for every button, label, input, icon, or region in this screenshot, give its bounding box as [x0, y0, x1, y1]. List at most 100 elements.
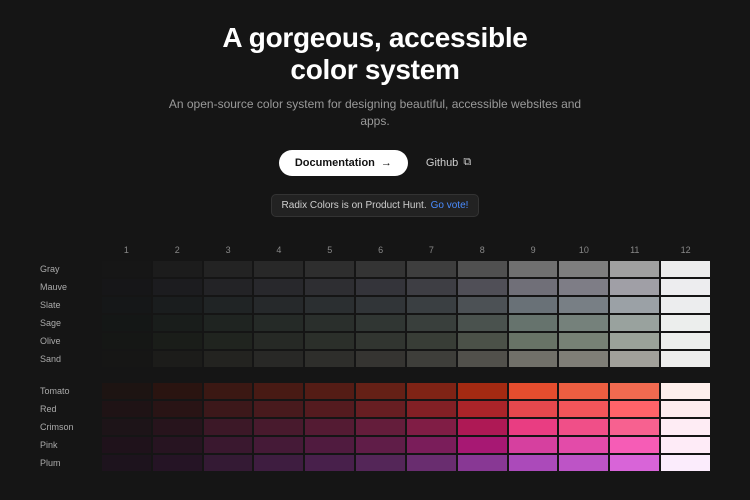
color-swatch[interactable] — [458, 437, 507, 453]
color-swatch[interactable] — [102, 351, 151, 367]
color-swatch[interactable] — [153, 437, 202, 453]
color-swatch[interactable] — [153, 419, 202, 435]
color-swatch[interactable] — [254, 455, 303, 471]
color-swatch[interactable] — [458, 261, 507, 277]
color-swatch[interactable] — [610, 297, 659, 313]
color-swatch[interactable] — [305, 401, 354, 417]
color-swatch[interactable] — [610, 419, 659, 435]
color-swatch[interactable] — [661, 261, 710, 277]
color-swatch[interactable] — [610, 455, 659, 471]
color-swatch[interactable] — [305, 351, 354, 367]
color-swatch[interactable] — [610, 351, 659, 367]
color-swatch[interactable] — [407, 419, 456, 435]
color-swatch[interactable] — [204, 419, 253, 435]
color-swatch[interactable] — [204, 437, 253, 453]
color-swatch[interactable] — [153, 383, 202, 399]
color-swatch[interactable] — [305, 261, 354, 277]
color-swatch[interactable] — [102, 401, 151, 417]
color-swatch[interactable] — [559, 315, 608, 331]
color-swatch[interactable] — [204, 401, 253, 417]
color-swatch[interactable] — [610, 437, 659, 453]
color-swatch[interactable] — [559, 383, 608, 399]
color-swatch[interactable] — [204, 333, 253, 349]
color-swatch[interactable] — [407, 383, 456, 399]
color-swatch[interactable] — [356, 437, 405, 453]
color-swatch[interactable] — [509, 333, 558, 349]
color-swatch[interactable] — [509, 419, 558, 435]
color-swatch[interactable] — [559, 419, 608, 435]
color-swatch[interactable] — [356, 297, 405, 313]
color-swatch[interactable] — [661, 419, 710, 435]
color-swatch[interactable] — [254, 315, 303, 331]
color-swatch[interactable] — [102, 383, 151, 399]
color-swatch[interactable] — [254, 419, 303, 435]
color-swatch[interactable] — [559, 261, 608, 277]
color-swatch[interactable] — [153, 279, 202, 295]
color-swatch[interactable] — [458, 351, 507, 367]
color-swatch[interactable] — [559, 333, 608, 349]
color-swatch[interactable] — [559, 455, 608, 471]
color-swatch[interactable] — [305, 297, 354, 313]
color-swatch[interactable] — [102, 455, 151, 471]
color-swatch[interactable] — [153, 455, 202, 471]
color-swatch[interactable] — [356, 419, 405, 435]
color-swatch[interactable] — [509, 351, 558, 367]
color-swatch[interactable] — [102, 261, 151, 277]
color-swatch[interactable] — [610, 315, 659, 331]
color-swatch[interactable] — [610, 383, 659, 399]
color-swatch[interactable] — [661, 333, 710, 349]
color-swatch[interactable] — [356, 351, 405, 367]
color-swatch[interactable] — [102, 315, 151, 331]
color-swatch[interactable] — [102, 279, 151, 295]
color-swatch[interactable] — [204, 455, 253, 471]
color-swatch[interactable] — [559, 279, 608, 295]
color-swatch[interactable] — [254, 401, 303, 417]
color-swatch[interactable] — [204, 351, 253, 367]
color-swatch[interactable] — [254, 261, 303, 277]
color-swatch[interactable] — [356, 279, 405, 295]
color-swatch[interactable] — [407, 455, 456, 471]
color-swatch[interactable] — [356, 383, 405, 399]
color-swatch[interactable] — [407, 437, 456, 453]
color-swatch[interactable] — [407, 333, 456, 349]
color-swatch[interactable] — [102, 333, 151, 349]
color-swatch[interactable] — [509, 437, 558, 453]
color-swatch[interactable] — [509, 279, 558, 295]
color-swatch[interactable] — [407, 351, 456, 367]
color-swatch[interactable] — [610, 401, 659, 417]
color-swatch[interactable] — [254, 279, 303, 295]
color-swatch[interactable] — [102, 437, 151, 453]
color-swatch[interactable] — [254, 297, 303, 313]
color-swatch[interactable] — [509, 261, 558, 277]
color-swatch[interactable] — [407, 297, 456, 313]
color-swatch[interactable] — [407, 401, 456, 417]
color-swatch[interactable] — [559, 297, 608, 313]
color-swatch[interactable] — [661, 455, 710, 471]
color-swatch[interactable] — [407, 261, 456, 277]
color-swatch[interactable] — [153, 297, 202, 313]
color-swatch[interactable] — [458, 419, 507, 435]
color-swatch[interactable] — [610, 333, 659, 349]
color-swatch[interactable] — [356, 315, 405, 331]
color-swatch[interactable] — [407, 315, 456, 331]
color-swatch[interactable] — [204, 279, 253, 295]
color-swatch[interactable] — [458, 401, 507, 417]
documentation-button[interactable]: Documentation → — [279, 150, 408, 176]
color-swatch[interactable] — [458, 315, 507, 331]
color-swatch[interactable] — [305, 437, 354, 453]
color-swatch[interactable] — [458, 455, 507, 471]
color-swatch[interactable] — [204, 383, 253, 399]
color-swatch[interactable] — [153, 401, 202, 417]
color-swatch[interactable] — [356, 401, 405, 417]
color-swatch[interactable] — [254, 333, 303, 349]
color-swatch[interactable] — [661, 279, 710, 295]
color-swatch[interactable] — [661, 351, 710, 367]
color-swatch[interactable] — [610, 261, 659, 277]
color-swatch[interactable] — [610, 279, 659, 295]
color-swatch[interactable] — [254, 437, 303, 453]
color-swatch[interactable] — [509, 401, 558, 417]
color-swatch[interactable] — [204, 315, 253, 331]
color-swatch[interactable] — [102, 297, 151, 313]
color-swatch[interactable] — [305, 419, 354, 435]
color-swatch[interactable] — [559, 351, 608, 367]
